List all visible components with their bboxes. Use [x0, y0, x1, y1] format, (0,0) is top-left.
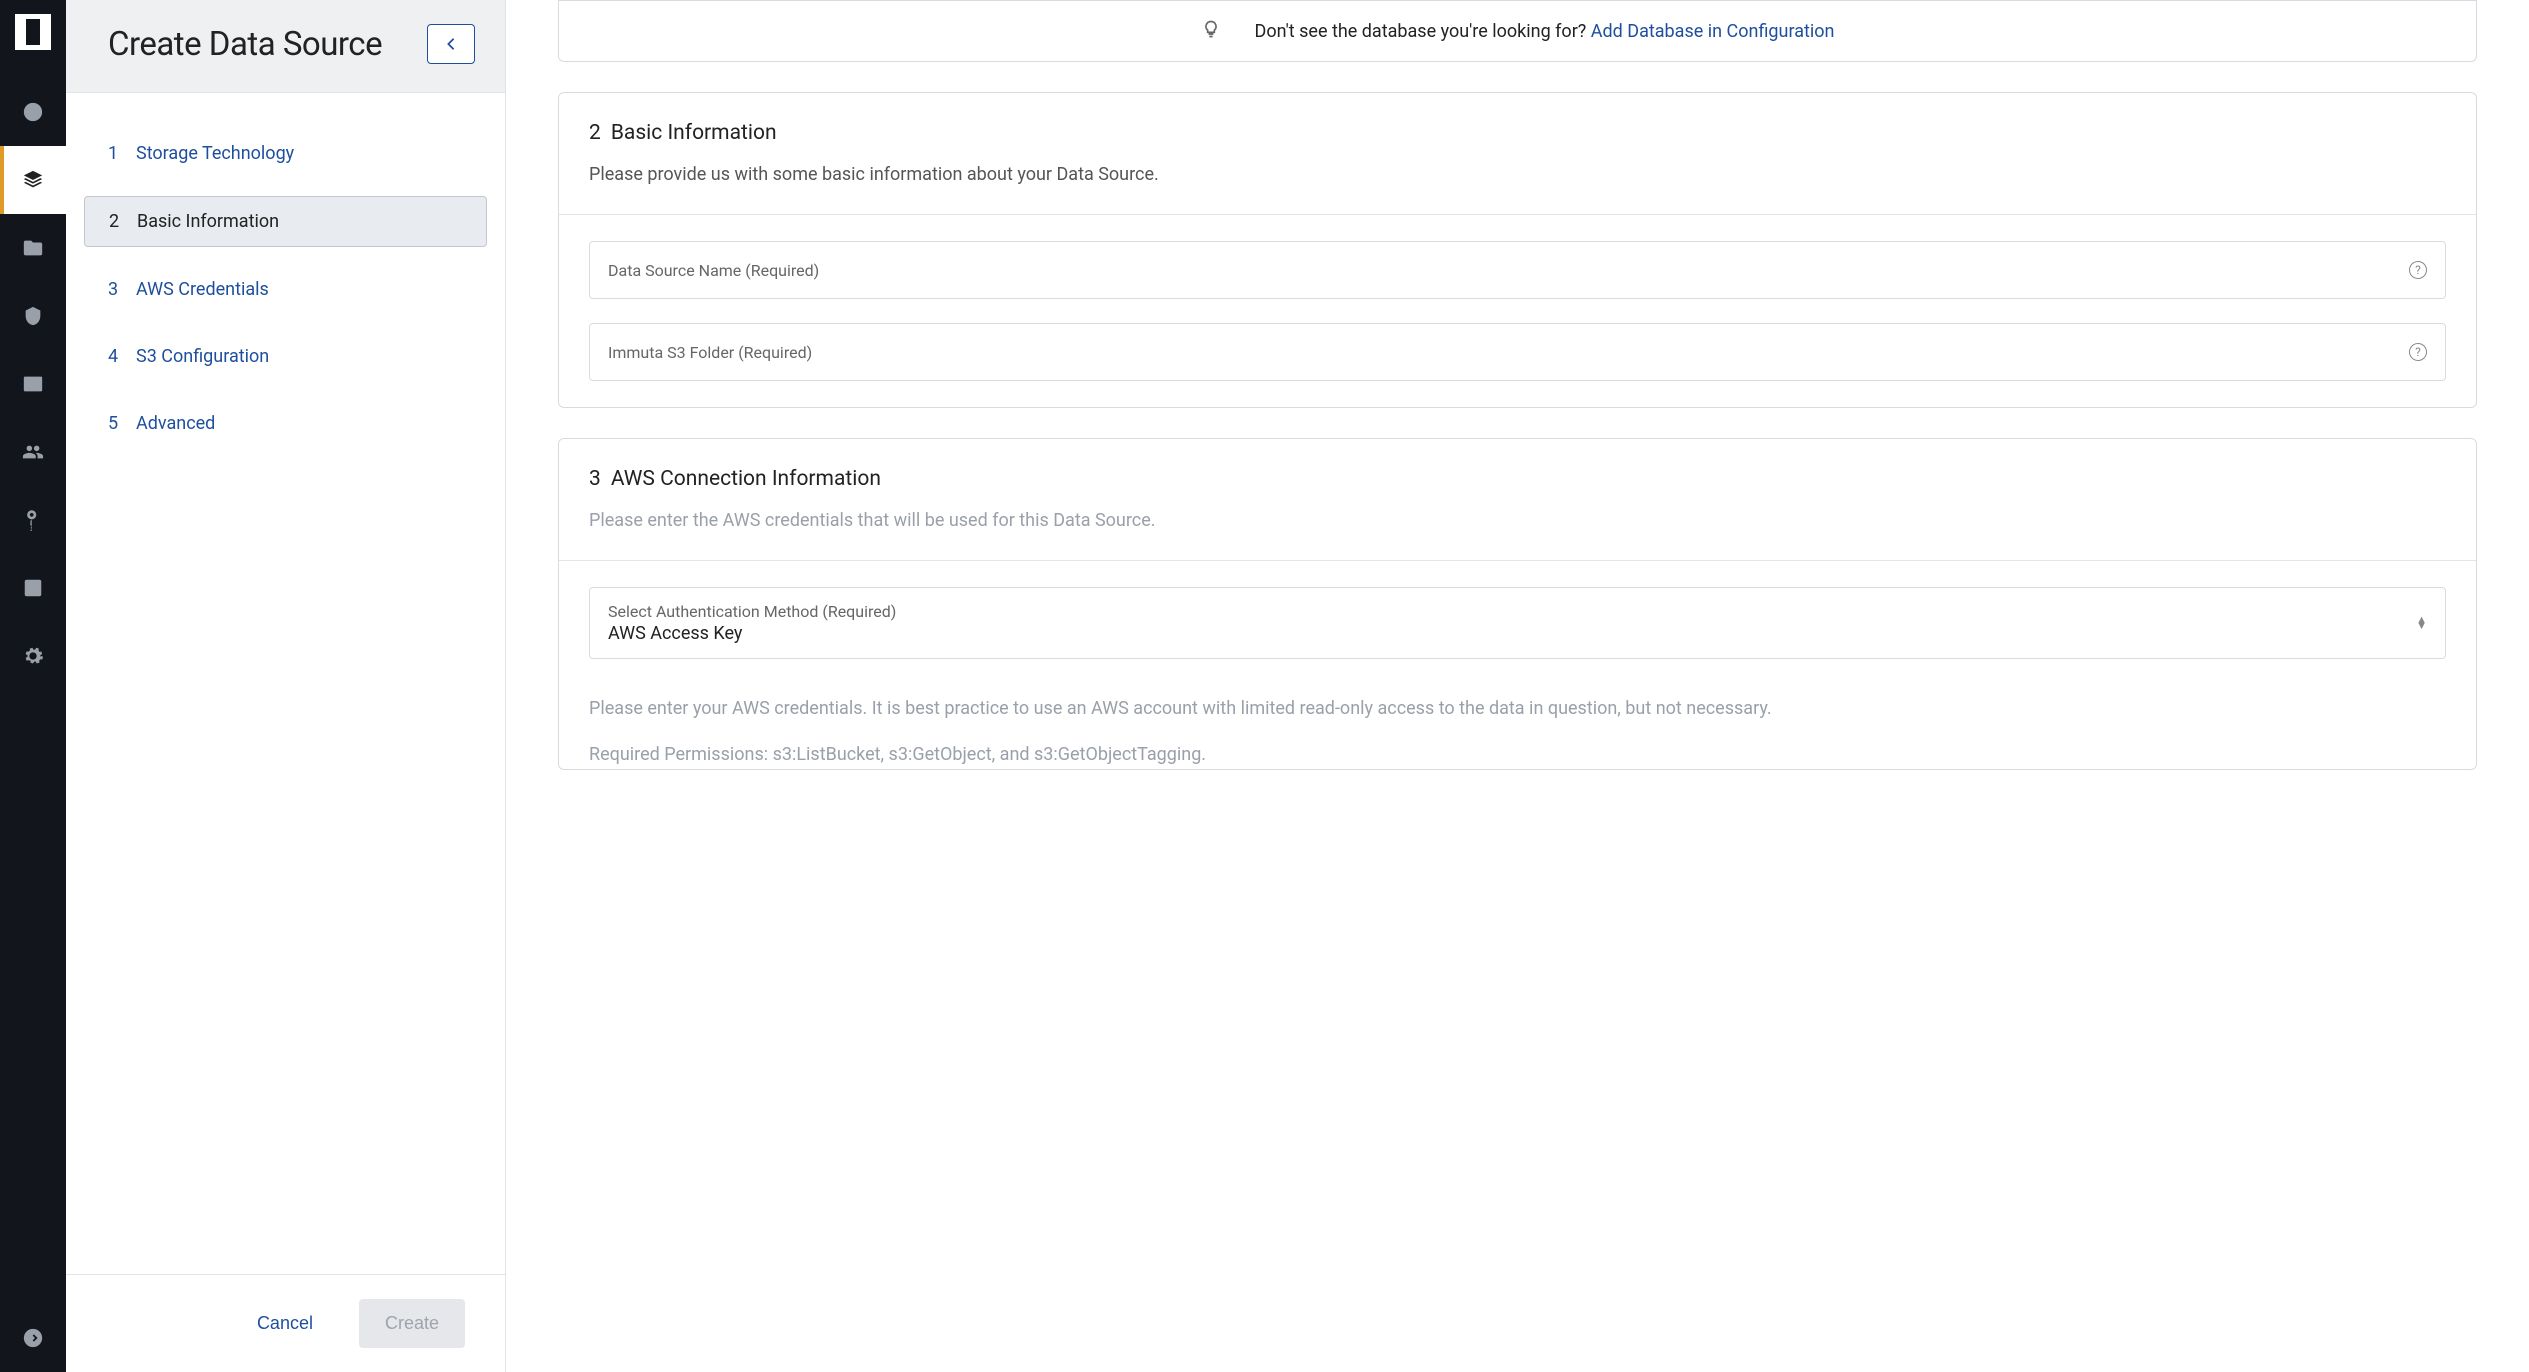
select-chevron-icon: ▲▼: [2416, 617, 2427, 629]
section-title: 2Basic Information: [589, 121, 2446, 145]
section-description: Please provide us with some basic inform…: [589, 161, 2446, 188]
key-icon: [22, 509, 44, 531]
step-label: Advanced: [136, 413, 215, 434]
aws-connection-card: 3AWS Connection Information Please enter…: [558, 438, 2477, 770]
field-value: AWS Access Key: [608, 623, 896, 644]
tip-card: Don't see the database you're looking fo…: [558, 0, 2477, 62]
users-icon: [22, 441, 44, 463]
rail-reports[interactable]: [0, 554, 66, 622]
aws-note: Please enter your AWS credentials. It is…: [559, 695, 2476, 723]
sidebar-footer: Cancel Create: [66, 1274, 505, 1372]
section-title: 3AWS Connection Information: [589, 467, 2446, 491]
field-label: Select Authentication Method (Required): [608, 602, 896, 621]
wizard-steps: 1 Storage Technology 2 Basic Information…: [66, 93, 505, 1274]
folder-icon: [22, 237, 44, 259]
tip-text: Don't see the database you're looking fo…: [1255, 21, 1835, 42]
step-label: Storage Technology: [136, 143, 294, 164]
lightbulb-icon: [1201, 19, 1221, 43]
rail-add[interactable]: [0, 78, 66, 146]
nav-rail: [0, 0, 66, 1372]
gear-icon: [22, 645, 44, 667]
rail-terminal[interactable]: [0, 350, 66, 418]
basic-info-card: 2Basic Information Please provide us wit…: [558, 92, 2477, 408]
step-label: Basic Information: [137, 211, 279, 232]
step-storage-technology[interactable]: 1 Storage Technology: [84, 129, 487, 178]
document-icon: [22, 577, 44, 599]
field-label: Immuta S3 Folder (Required): [608, 343, 812, 362]
step-advanced[interactable]: 5 Advanced: [84, 399, 487, 448]
main-content: Don't see the database you're looking fo…: [506, 0, 2529, 1372]
rail-layers[interactable]: [0, 146, 66, 214]
aws-permissions-note: Required Permissions: s3:ListBucket, s3:…: [559, 741, 2476, 769]
data-source-name-field[interactable]: Data Source Name (Required) ?: [589, 241, 2446, 299]
immuta-s3-folder-field[interactable]: Immuta S3 Folder (Required) ?: [589, 323, 2446, 381]
chevron-left-icon: [446, 37, 456, 51]
rail-key[interactable]: [0, 486, 66, 554]
sidebar-header: Create Data Source: [66, 0, 505, 93]
step-aws-credentials[interactable]: 3 AWS Credentials: [84, 265, 487, 314]
step-label: S3 Configuration: [136, 346, 269, 367]
layers-icon: [22, 169, 44, 191]
auth-method-select[interactable]: Select Authentication Method (Required) …: [589, 587, 2446, 659]
rail-settings[interactable]: [0, 622, 66, 690]
arrow-right-circle-icon: [22, 1327, 44, 1349]
page-title: Create Data Source: [108, 25, 382, 64]
step-label: AWS Credentials: [136, 279, 269, 300]
back-button[interactable]: [427, 24, 475, 64]
shield-icon: [22, 305, 44, 327]
terminal-icon: [22, 373, 44, 395]
field-label: Data Source Name (Required): [608, 261, 819, 280]
rail-logout[interactable]: [0, 1304, 66, 1372]
help-icon[interactable]: ?: [2409, 343, 2427, 361]
rail-folder[interactable]: [0, 214, 66, 282]
app-logo[interactable]: [15, 14, 51, 50]
rail-shield[interactable]: [0, 282, 66, 350]
section-description: Please enter the AWS credentials that wi…: [589, 507, 2446, 534]
step-s3-configuration[interactable]: 4 S3 Configuration: [84, 332, 487, 381]
add-database-link[interactable]: Add Database in Configuration: [1591, 21, 1835, 42]
rail-users[interactable]: [0, 418, 66, 486]
plus-circle-icon: [22, 101, 44, 123]
step-basic-information[interactable]: 2 Basic Information: [84, 196, 487, 247]
help-icon[interactable]: ?: [2409, 261, 2427, 279]
cancel-button[interactable]: Cancel: [257, 1313, 313, 1334]
wizard-sidebar: Create Data Source 1 Storage Technology …: [66, 0, 506, 1372]
create-button[interactable]: Create: [359, 1299, 465, 1348]
